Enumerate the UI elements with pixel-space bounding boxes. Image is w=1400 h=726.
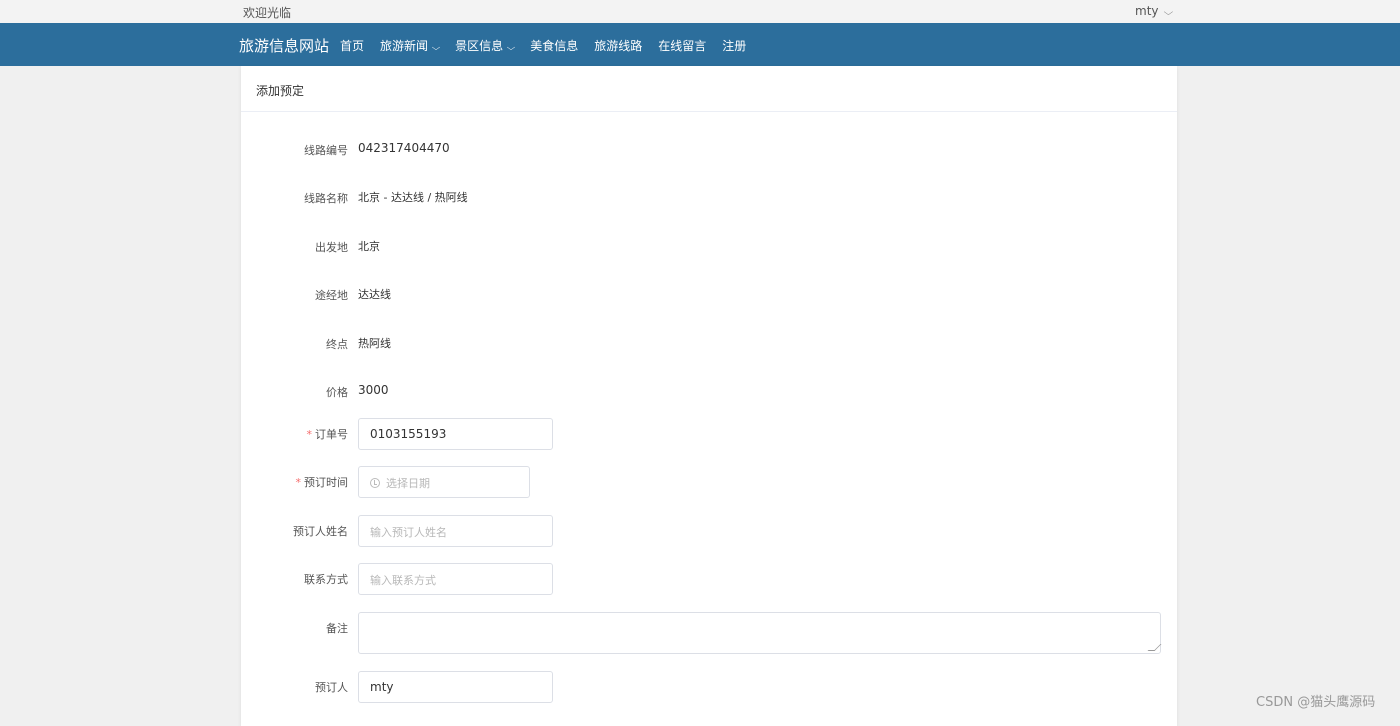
nav-item-register[interactable]: 注册 <box>722 37 746 54</box>
via-row: 途经地 达达线 <box>241 279 1177 311</box>
nav-item-travel-routes[interactable]: 旅游线路 <box>594 37 642 54</box>
csdn-watermark: CSDN @猫头鹰源码 <box>1256 695 1376 710</box>
nav-item-label: 景区信息 <box>455 39 504 53</box>
nav-item-home[interactable]: 首页 <box>340 37 364 54</box>
booker-name-input[interactable]: 输入预订人姓名 <box>358 515 553 547</box>
route-no-label: 线路编号 <box>304 144 348 157</box>
route-no-row: 线路编号 042317404470 <box>241 134 1177 166</box>
price-label: 价格 <box>326 386 348 399</box>
booker-input[interactable]: mty <box>358 671 553 703</box>
departure-label: 出发地 <box>315 241 348 254</box>
destination-row: 终点 热阿线 <box>241 328 1177 360</box>
order-no-label: * 订单号 <box>241 426 349 442</box>
top-bar: 欢迎光临 mty ⌵ <box>0 0 1400 23</box>
departure-value: 北京 <box>358 240 380 253</box>
user-name: mty <box>1135 4 1159 18</box>
chevron-down-icon: ⌵ <box>1163 8 1173 18</box>
order-no-input-value: 0103155193 <box>370 427 447 441</box>
nav-item-label: 旅游线路 <box>594 39 643 53</box>
contact-placeholder: 输入联系方式 <box>370 574 436 587</box>
order-no-label-text: 订单号 <box>315 428 348 441</box>
route-name-label: 线路名称 <box>304 192 348 205</box>
destination-value: 热阿线 <box>358 337 391 350</box>
nav-item-label: 旅游新闻 <box>380 39 429 53</box>
via-value: 达达线 <box>358 288 391 301</box>
nav-menu: 首页 旅游新闻 ⌵ 景区信息 ⌵ 美食信息 旅游线路 在线留言 注册 <box>340 37 762 54</box>
order-no-input[interactable]: 0103155193 <box>358 418 553 450</box>
nav-item-travel-news[interactable]: 旅游新闻 ⌵ <box>380 37 441 54</box>
order-no-row: * 订单号 0103155193 <box>241 418 1177 450</box>
user-menu[interactable]: mty ⌵ <box>1135 4 1173 18</box>
price-row: 价格 3000 <box>241 376 1177 408</box>
booker-name-placeholder: 输入预订人姓名 <box>370 526 447 539</box>
book-time-label-text: 预订时间 <box>304 476 348 489</box>
booker-name-row: 预订人姓名 输入预订人姓名 <box>241 515 1177 547</box>
book-time-placeholder: 选择日期 <box>386 477 430 490</box>
contact-input[interactable]: 输入联系方式 <box>358 563 553 595</box>
chevron-down-icon: ⌵ <box>431 43 441 52</box>
remark-row: 备注 <box>241 612 1177 654</box>
resize-grip-icon[interactable] <box>1147 644 1162 651</box>
contact-row: 联系方式 输入联系方式 <box>241 563 1177 595</box>
card-title: 添加预定 <box>241 66 1177 112</box>
nav-item-scenic-info[interactable]: 景区信息 ⌵ <box>455 37 516 54</box>
nav-item-label: 首页 <box>340 39 365 53</box>
nav-item-food-info[interactable]: 美食信息 <box>530 37 578 54</box>
required-mark: * <box>295 476 302 489</box>
route-name-row: 线路名称 北京 - 达达线 / 热阿线 <box>241 182 1177 214</box>
booker-name-label: 预订人姓名 <box>293 525 348 538</box>
book-time-row: * 预订时间 选择日期 <box>241 466 1177 498</box>
route-name-value: 北京 - 达达线 / 热阿线 <box>358 191 468 204</box>
route-no-value: 042317404470 <box>358 141 450 155</box>
required-mark: * <box>306 428 313 441</box>
site-brand[interactable]: 旅游信息网站 <box>239 35 329 56</box>
nav-item-label: 注册 <box>722 39 747 53</box>
remark-label: 备注 <box>326 622 348 635</box>
booker-input-value: mty <box>370 680 394 694</box>
nav-item-messages[interactable]: 在线留言 <box>658 37 706 54</box>
destination-label: 终点 <box>326 338 348 351</box>
book-time-label: * 预订时间 <box>241 474 349 490</box>
booker-row: 预订人 mty <box>241 671 1177 703</box>
price-value: 3000 <box>358 383 389 397</box>
booker-label: 预订人 <box>315 681 348 694</box>
via-label: 途经地 <box>315 289 348 302</box>
main-navbar: 旅游信息网站 首页 旅游新闻 ⌵ 景区信息 ⌵ 美食信息 旅游线路 在线留言 注册 <box>0 23 1400 66</box>
book-time-date-picker[interactable]: 选择日期 <box>358 466 530 498</box>
welcome-text: 欢迎光临 <box>243 6 292 20</box>
add-booking-card: 添加预定 线路编号 042317404470 线路名称 北京 - 达达线 / 热… <box>241 66 1177 726</box>
contact-label: 联系方式 <box>304 573 348 586</box>
nav-item-label: 美食信息 <box>530 39 579 53</box>
chevron-down-icon: ⌵ <box>506 43 516 52</box>
remark-textarea[interactable] <box>358 612 1162 654</box>
nav-item-label: 在线留言 <box>658 39 707 53</box>
clock-icon <box>370 478 380 488</box>
departure-row: 出发地 北京 <box>241 231 1177 263</box>
